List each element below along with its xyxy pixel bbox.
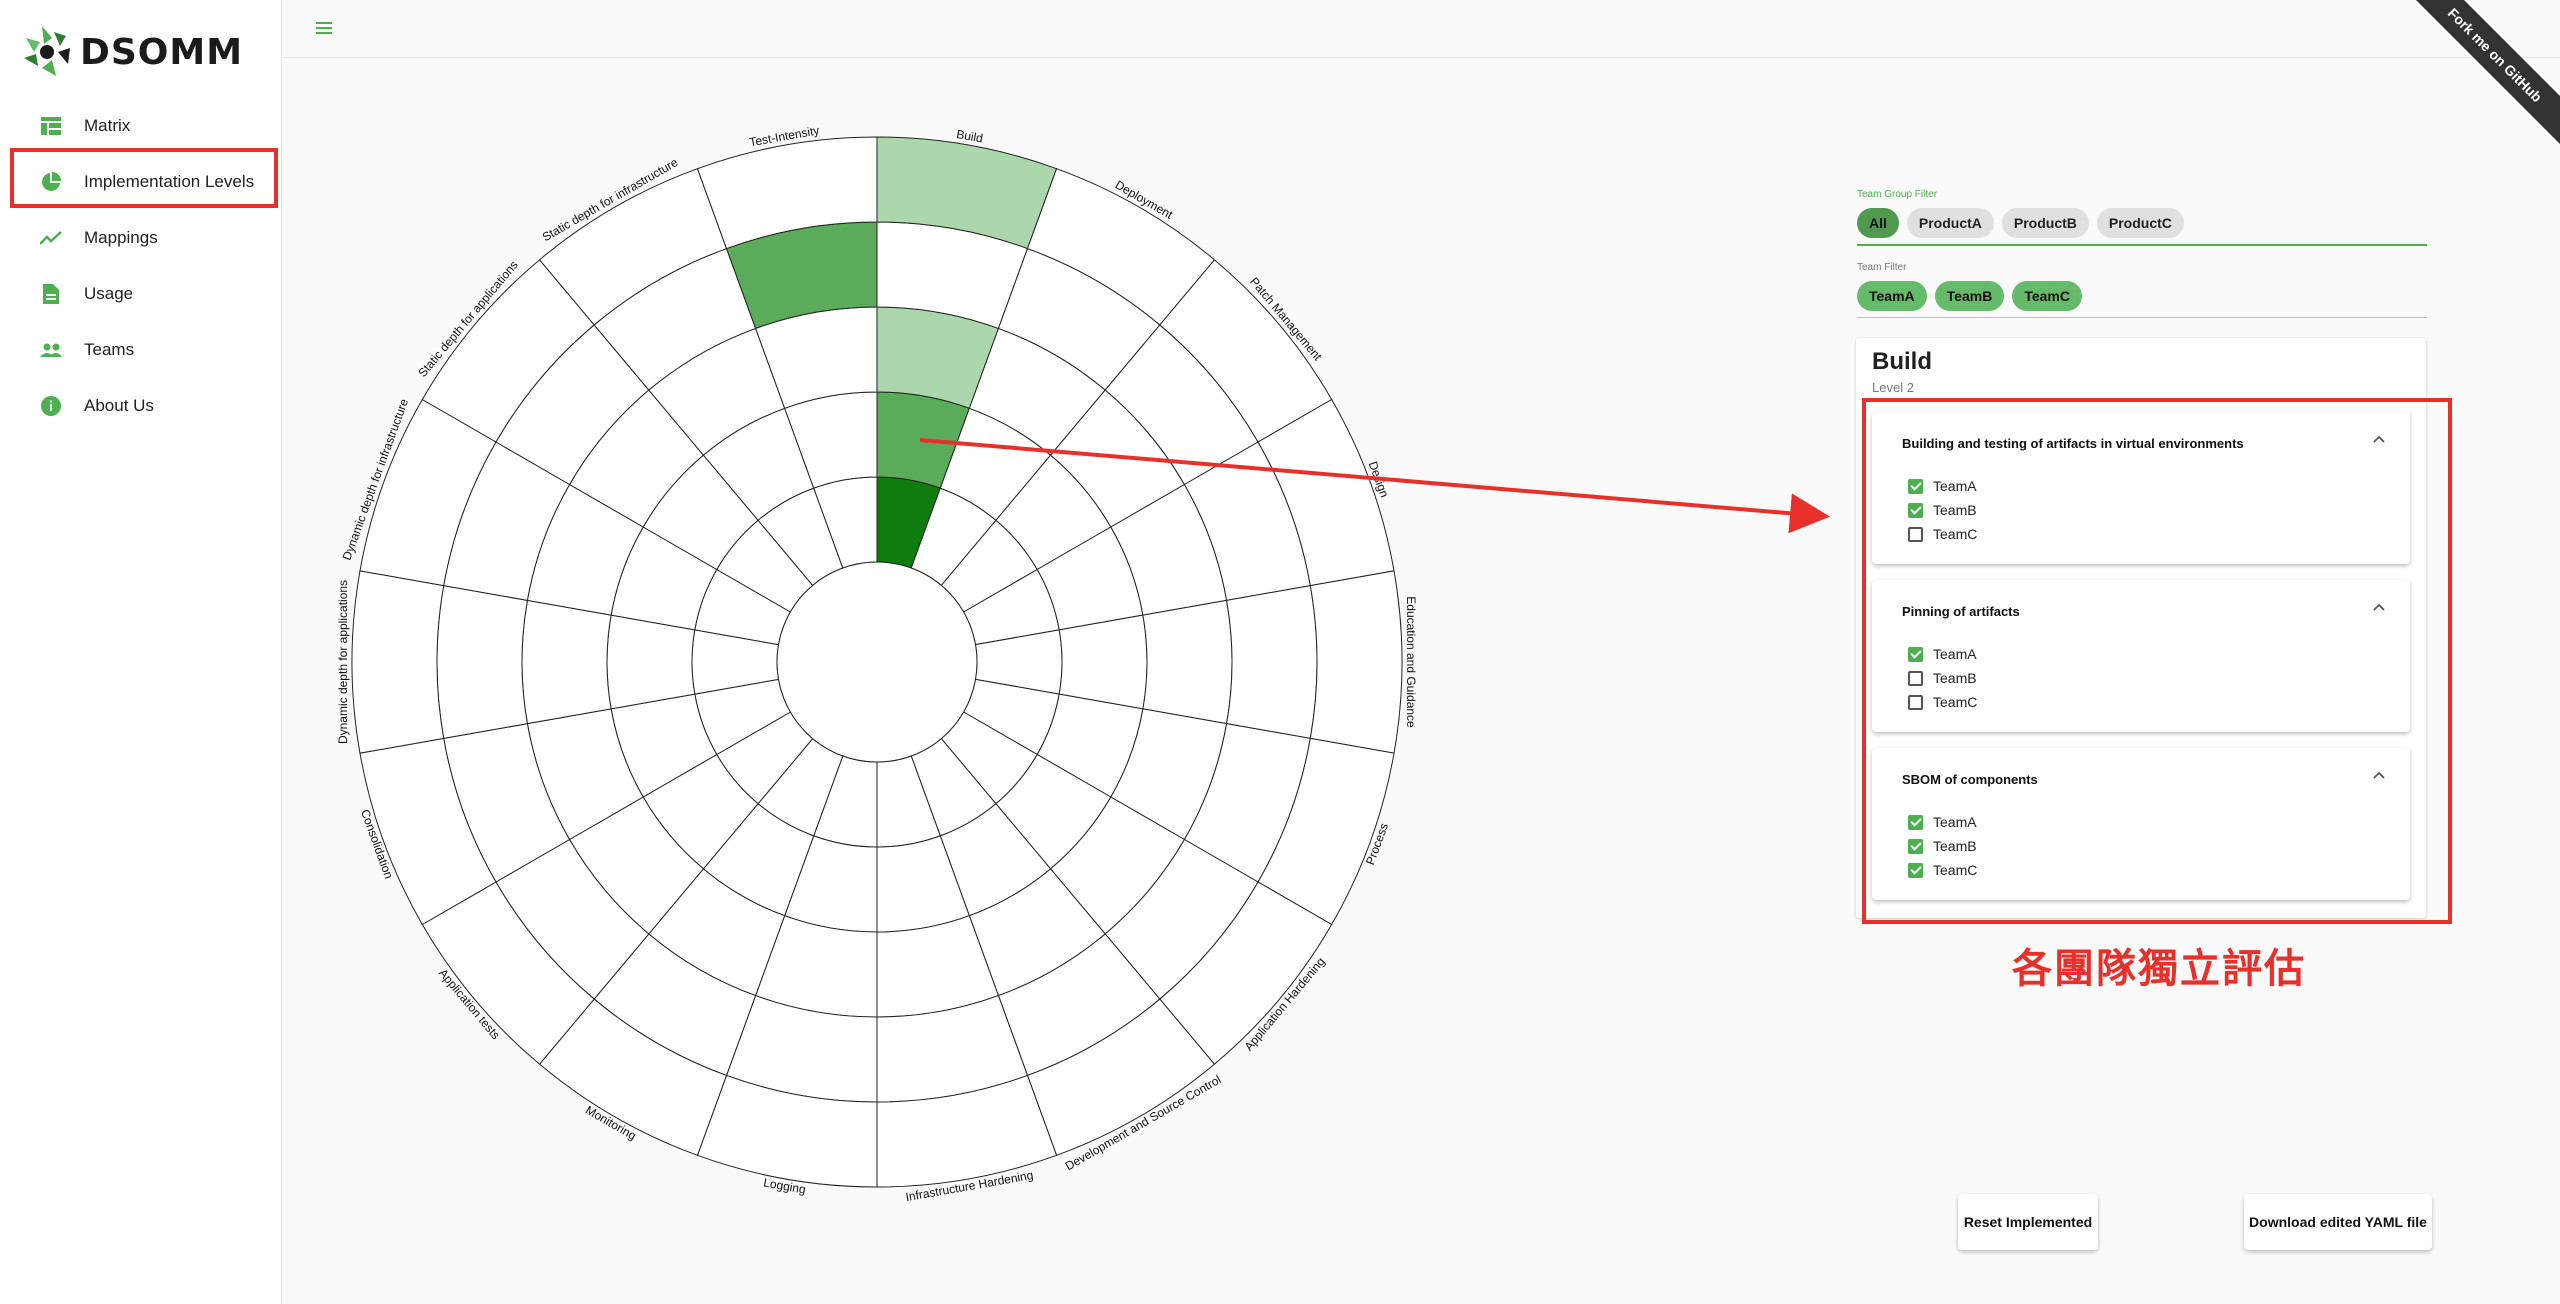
reset-implemented-button[interactable]: Reset Implemented: [1958, 1194, 2098, 1250]
team-chips: TeamA TeamB TeamC: [1857, 281, 2082, 311]
dsomm-logo-icon: [24, 26, 70, 76]
team-group-underline: [1857, 244, 2427, 246]
sidebar-item-usage[interactable]: Usage: [0, 266, 282, 322]
annotation-highlight-nav: [10, 148, 278, 208]
table-icon: [40, 115, 62, 137]
wheel-cell[interactable]: [436, 585, 528, 739]
chip-all[interactable]: All: [1857, 208, 1899, 238]
sidebar-item-label: Mappings: [84, 228, 158, 247]
annotation-highlight-panels: [1862, 398, 2452, 924]
wheel-cell[interactable]: [606, 614, 696, 710]
detail-subtitle: Level 2: [1872, 380, 1914, 395]
chip-teamb[interactable]: TeamB: [1934, 281, 2005, 311]
sidebar-item-teams[interactable]: Teams: [0, 322, 282, 378]
wheel-dimension-label: Build: [955, 127, 984, 145]
trending-up-icon: [40, 227, 62, 249]
wheel-cell[interactable]: [1142, 599, 1233, 725]
chip-productc[interactable]: ProductC: [2096, 208, 2184, 238]
chip-producta[interactable]: ProductA: [1906, 208, 1994, 238]
sidebar-item-mappings[interactable]: Mappings: [0, 210, 282, 266]
team-filter-label: Team Filter: [1857, 262, 1907, 273]
app-title: DSOMM: [80, 31, 244, 73]
sidebar-item-label: About Us: [84, 396, 154, 415]
download-yaml-button[interactable]: Download edited YAML file: [2244, 1194, 2432, 1250]
detail-title: Build: [1872, 348, 1932, 375]
sidebar-item-label: Usage: [84, 284, 134, 303]
menu-icon[interactable]: [314, 18, 336, 38]
annotation-caption: 各團隊獨立評估: [2012, 946, 2306, 992]
wheel-cell[interactable]: [1058, 614, 1148, 710]
implementation-wheel: BuildDeploymentPatch ManagementDesignEdu…: [336, 123, 1418, 1204]
document-icon: [40, 283, 62, 305]
chip-productb[interactable]: ProductB: [2001, 208, 2089, 238]
wheel-dimension-label: Education and Guidance: [1404, 596, 1418, 728]
wheel-dimension-label: Dynamic depth for applications: [336, 580, 350, 744]
wheel-cell[interactable]: [351, 570, 445, 754]
sidebar-item-matrix[interactable]: Matrix: [0, 98, 282, 154]
sidebar-item-label: Teams: [84, 340, 135, 359]
wheel-center: [776, 561, 978, 763]
wheel-cell[interactable]: [521, 599, 612, 725]
chip-teamc[interactable]: TeamC: [2012, 281, 2082, 311]
team-group-chips: All ProductA ProductB ProductC: [1857, 208, 2184, 238]
wheel-cell[interactable]: [1309, 570, 1403, 754]
chip-teama[interactable]: TeamA: [1857, 281, 1927, 311]
logo[interactable]: DSOMM: [22, 22, 243, 82]
sidebar-item-label: Matrix: [84, 116, 131, 135]
sidebar-item-about-us[interactable]: About Us: [0, 378, 282, 434]
wheel-cell[interactable]: [1226, 585, 1318, 739]
topbar: [282, 0, 2560, 58]
info-icon: [40, 395, 62, 417]
people-icon: [40, 339, 62, 361]
team-underline: [1857, 317, 2427, 318]
team-group-filter-label: Team Group Filter: [1857, 189, 1938, 200]
